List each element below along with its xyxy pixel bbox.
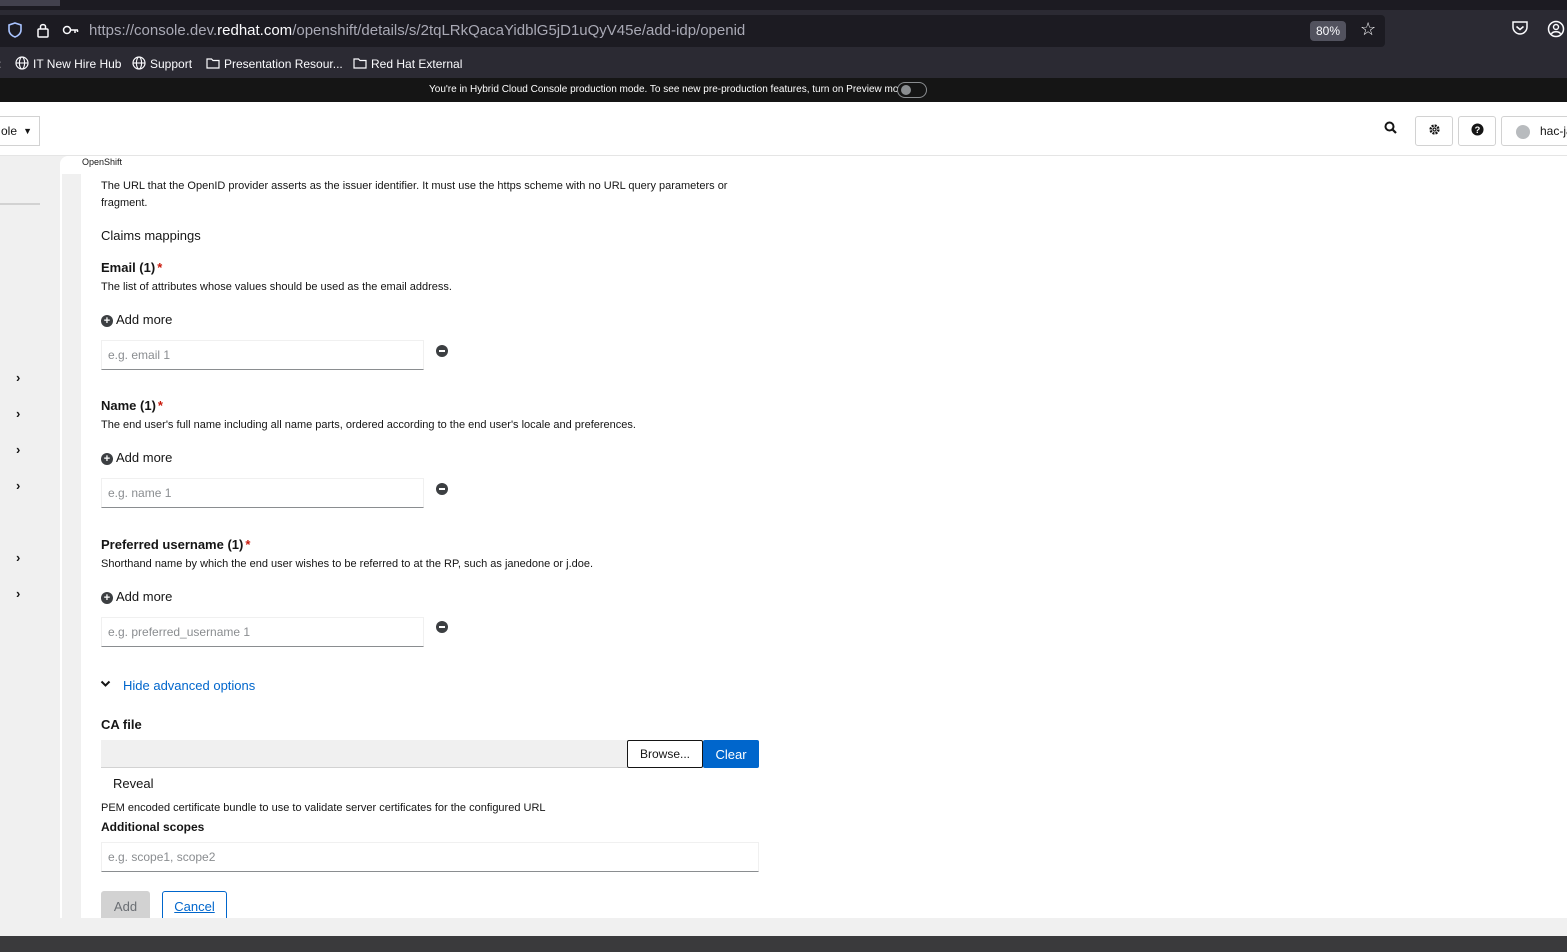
- bookmark-star-icon[interactable]: ☆: [1360, 19, 1376, 40]
- nav-expand-chevron-icon[interactable]: ›: [16, 551, 20, 565]
- nav-expand-chevron-icon[interactable]: ›: [16, 479, 20, 493]
- advanced-options-toggle-label: Hide advanced options: [123, 678, 256, 693]
- name-label-text: Name (1): [101, 398, 156, 413]
- content-gutter: [62, 174, 81, 918]
- name-add-more-button[interactable]: + Add more: [101, 450, 172, 465]
- browse-button[interactable]: Browse...: [627, 740, 703, 768]
- nav-expand-chevron-icon[interactable]: ›: [16, 371, 20, 385]
- user-menu[interactable]: hac-ja: [1501, 116, 1567, 146]
- add-more-label: Add more: [116, 589, 173, 604]
- add-more-label: Add more: [116, 450, 173, 465]
- email-input[interactable]: [101, 340, 424, 370]
- add-more-label: Add more: [116, 312, 173, 327]
- required-indicator: *: [157, 260, 163, 275]
- reveal-toggle[interactable]: Reveal: [113, 776, 153, 791]
- preferred-username-input[interactable]: [101, 617, 424, 647]
- name-label: Name (1) *: [101, 398, 163, 413]
- nav-expand-chevron-icon[interactable]: ›: [16, 443, 20, 457]
- email-add-more-button[interactable]: + Add more: [101, 312, 172, 327]
- email-label: Email (1) *: [101, 260, 162, 275]
- preferred-username-label-text: Preferred username (1): [101, 537, 244, 552]
- help-button[interactable]: ?: [1458, 116, 1496, 146]
- plus-circle-icon: +: [101, 592, 113, 604]
- preferred-username-label: Preferred username (1) *: [101, 537, 250, 552]
- bookmark-label: Red Hat External: [371, 57, 463, 71]
- bookmark-support[interactable]: Support: [132, 56, 192, 72]
- email-label-text: Email (1): [101, 260, 156, 275]
- preferred-username-add-more-button[interactable]: + Add more: [101, 589, 172, 604]
- name-helper-text: The end user's full name including all n…: [101, 419, 636, 431]
- remove-name-icon[interactable]: [436, 483, 448, 495]
- toggle-knob: [901, 85, 911, 95]
- svg-text:?: ?: [1474, 125, 1480, 135]
- preview-banner-text: You're in Hybrid Cloud Console productio…: [429, 84, 910, 95]
- nav-divider: [0, 203, 40, 205]
- required-indicator: *: [157, 398, 163, 413]
- shield-icon[interactable]: [8, 22, 22, 43]
- browser-toolbar: https://console.dev.redhat.com/openshift…: [0, 10, 1567, 52]
- address-bar[interactable]: https://console.dev.redhat.com/openshift…: [0, 15, 1385, 47]
- preview-mode-banner: You're in Hybrid Cloud Console productio…: [0, 78, 1567, 102]
- browser-active-tab[interactable]: [0, 0, 60, 6]
- os-dock: [0, 936, 1567, 952]
- globe-icon: [132, 56, 146, 70]
- plus-circle-icon: +: [101, 453, 113, 465]
- remove-preferred-username-icon[interactable]: [436, 621, 448, 633]
- required-indicator: *: [245, 537, 251, 552]
- claims-mappings-heading: Claims mappings: [101, 228, 201, 243]
- ca-file-helper-text: PEM encoded certificate bundle to use to…: [101, 802, 546, 814]
- plus-circle-icon: +: [101, 315, 113, 327]
- chevron-down-icon: [100, 678, 111, 692]
- context-selector[interactable]: ole ▼: [0, 116, 40, 146]
- folder-icon: [206, 58, 220, 69]
- bookmark-label: Support: [150, 57, 193, 71]
- remove-email-icon[interactable]: [436, 345, 448, 357]
- preferred-username-helper-text: Shorthand name by which the end user wis…: [101, 558, 594, 570]
- settings-button[interactable]: [1415, 116, 1453, 146]
- globe-icon: [15, 56, 29, 70]
- context-selector-label: ole: [1, 124, 18, 138]
- avatar: [1516, 125, 1530, 139]
- breadcrumb[interactable]: OpenShift: [82, 157, 122, 167]
- email-helper-text: The list of attributes whose values shou…: [101, 281, 452, 293]
- browser-tab-strip: [0, 0, 1567, 10]
- account-icon[interactable]: [1547, 20, 1565, 44]
- nav-expand-chevron-icon[interactable]: ›: [16, 587, 20, 601]
- bookmark-presentation-resources[interactable]: Presentation Resour...: [206, 56, 343, 72]
- gear-icon: [1428, 124, 1440, 135]
- url-text[interactable]: https://console.dev.redhat.com/openshift…: [89, 22, 745, 40]
- question-circle-icon: ?: [1470, 123, 1484, 136]
- bookmarks-overflow-icon[interactable]: :: [0, 56, 1, 72]
- ca-file-label: CA file: [101, 717, 142, 732]
- ca-file-input[interactable]: [101, 740, 627, 768]
- clear-button[interactable]: Clear: [703, 740, 759, 768]
- bookmark-it-new-hire-hub[interactable]: IT New Hire Hub: [15, 56, 121, 72]
- left-nav: › › › › › ›: [0, 156, 60, 920]
- console-masthead: ole ▼ ? hac-ja: [0, 102, 1567, 156]
- preview-mode-toggle[interactable]: [897, 82, 927, 98]
- issuer-helper-text: The URL that the OpenID provider asserts…: [101, 180, 728, 209]
- add-button[interactable]: Add: [101, 891, 150, 918]
- search-icon[interactable]: [1384, 121, 1397, 138]
- bookmark-label: IT New Hire Hub: [33, 57, 122, 71]
- user-name: hac-ja: [1540, 124, 1567, 138]
- bookmark-red-hat-external[interactable]: Red Hat External: [353, 56, 462, 72]
- zoom-level-badge[interactable]: 80%: [1310, 21, 1347, 41]
- key-icon[interactable]: [62, 22, 80, 43]
- additional-scopes-input[interactable]: [101, 842, 759, 872]
- caret-down-icon: ▼: [23, 126, 32, 136]
- pocket-icon[interactable]: [1511, 20, 1529, 42]
- cancel-button[interactable]: Cancel: [162, 891, 227, 918]
- bookmark-label: Presentation Resour...: [224, 57, 343, 71]
- bookmarks-bar: : IT New Hire Hub Support Presentation R…: [0, 52, 1567, 78]
- additional-scopes-label: Additional scopes: [101, 820, 205, 834]
- folder-icon: [353, 58, 367, 69]
- main-content: OpenShift The URL that the OpenID provid…: [60, 156, 1567, 918]
- name-input[interactable]: [101, 478, 424, 508]
- nav-expand-chevron-icon[interactable]: ›: [16, 407, 20, 421]
- lock-icon[interactable]: [36, 22, 50, 43]
